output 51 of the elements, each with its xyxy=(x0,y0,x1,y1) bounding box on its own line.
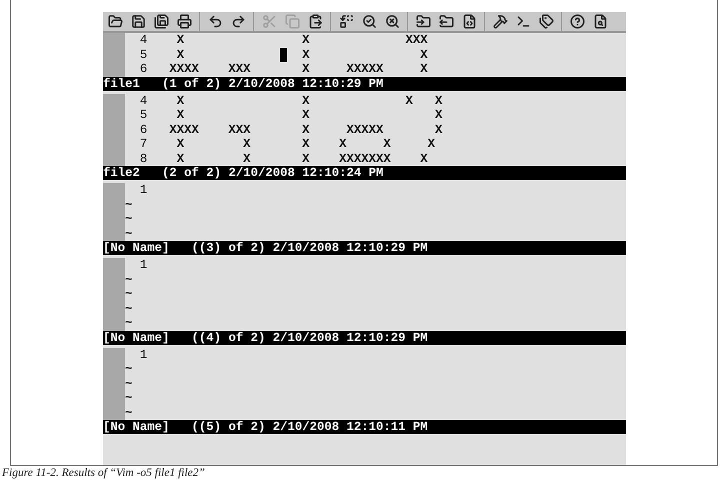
code-line: X X X xyxy=(176,108,442,122)
empty-line-marker: ~ xyxy=(125,287,132,302)
empty-line-marker: ~ xyxy=(125,302,132,316)
empty-line-marker: ~ xyxy=(125,391,132,406)
save-all-icon xyxy=(154,14,168,29)
empty-line-marker: ~ xyxy=(125,272,132,287)
code-line: X X X X xyxy=(176,94,442,108)
save-icon xyxy=(130,14,146,29)
script-icon xyxy=(462,14,476,29)
empty-line-marker: ~ xyxy=(125,198,132,212)
line-number: 7 xyxy=(138,137,148,152)
line-number: 1 xyxy=(138,183,148,198)
terminal-icon xyxy=(516,14,530,29)
fold-column xyxy=(103,33,125,76)
tag-icon xyxy=(538,14,554,29)
line-number: 5 xyxy=(138,108,148,122)
empty-line-marker: ~ xyxy=(125,362,132,376)
search-icon xyxy=(384,14,400,29)
fold-column xyxy=(103,183,125,241)
redo-icon xyxy=(230,14,246,29)
folder-icon xyxy=(108,14,122,29)
empty-line-marker: ~ xyxy=(125,376,132,391)
paste-icon xyxy=(308,14,322,29)
code-line: X X X XXXXXXX X xyxy=(176,152,428,166)
line-number: 5 xyxy=(138,48,148,62)
search-icon xyxy=(362,14,376,29)
code-line: XXXX XXX X XXXXX X xyxy=(168,62,428,76)
figure-caption: Figure 11-2. Results of “Vim -o5 file1 file2” xyxy=(1,466,206,480)
code-line: XXXX XXX X XXXXX X xyxy=(168,122,442,137)
folder-icon xyxy=(438,14,454,29)
line-number: 1 xyxy=(138,348,148,362)
code-line: X X XXX xyxy=(176,33,428,48)
empty-line-marker: ~ xyxy=(125,316,132,330)
line-number: 4 xyxy=(138,94,148,108)
empty-line-marker: ~ xyxy=(125,406,132,420)
printer-icon xyxy=(176,14,192,29)
undo-icon xyxy=(208,14,222,29)
code-line: X X X X X X xyxy=(176,137,436,152)
empty-line-marker: ~ xyxy=(125,212,132,226)
empty-line-marker: ~ xyxy=(125,226,132,241)
line-number: 4 xyxy=(138,33,148,48)
hammer-icon xyxy=(492,14,508,29)
line-number: 8 xyxy=(140,152,148,166)
help-icon xyxy=(570,14,584,29)
code-line: X X xyxy=(301,48,428,62)
code-line: X xyxy=(176,48,186,62)
folder-icon xyxy=(416,14,430,29)
line-number: 1 xyxy=(138,258,148,272)
search-icon xyxy=(592,14,608,29)
line-number: 6 xyxy=(140,62,148,76)
line-number: 6 xyxy=(138,122,148,137)
